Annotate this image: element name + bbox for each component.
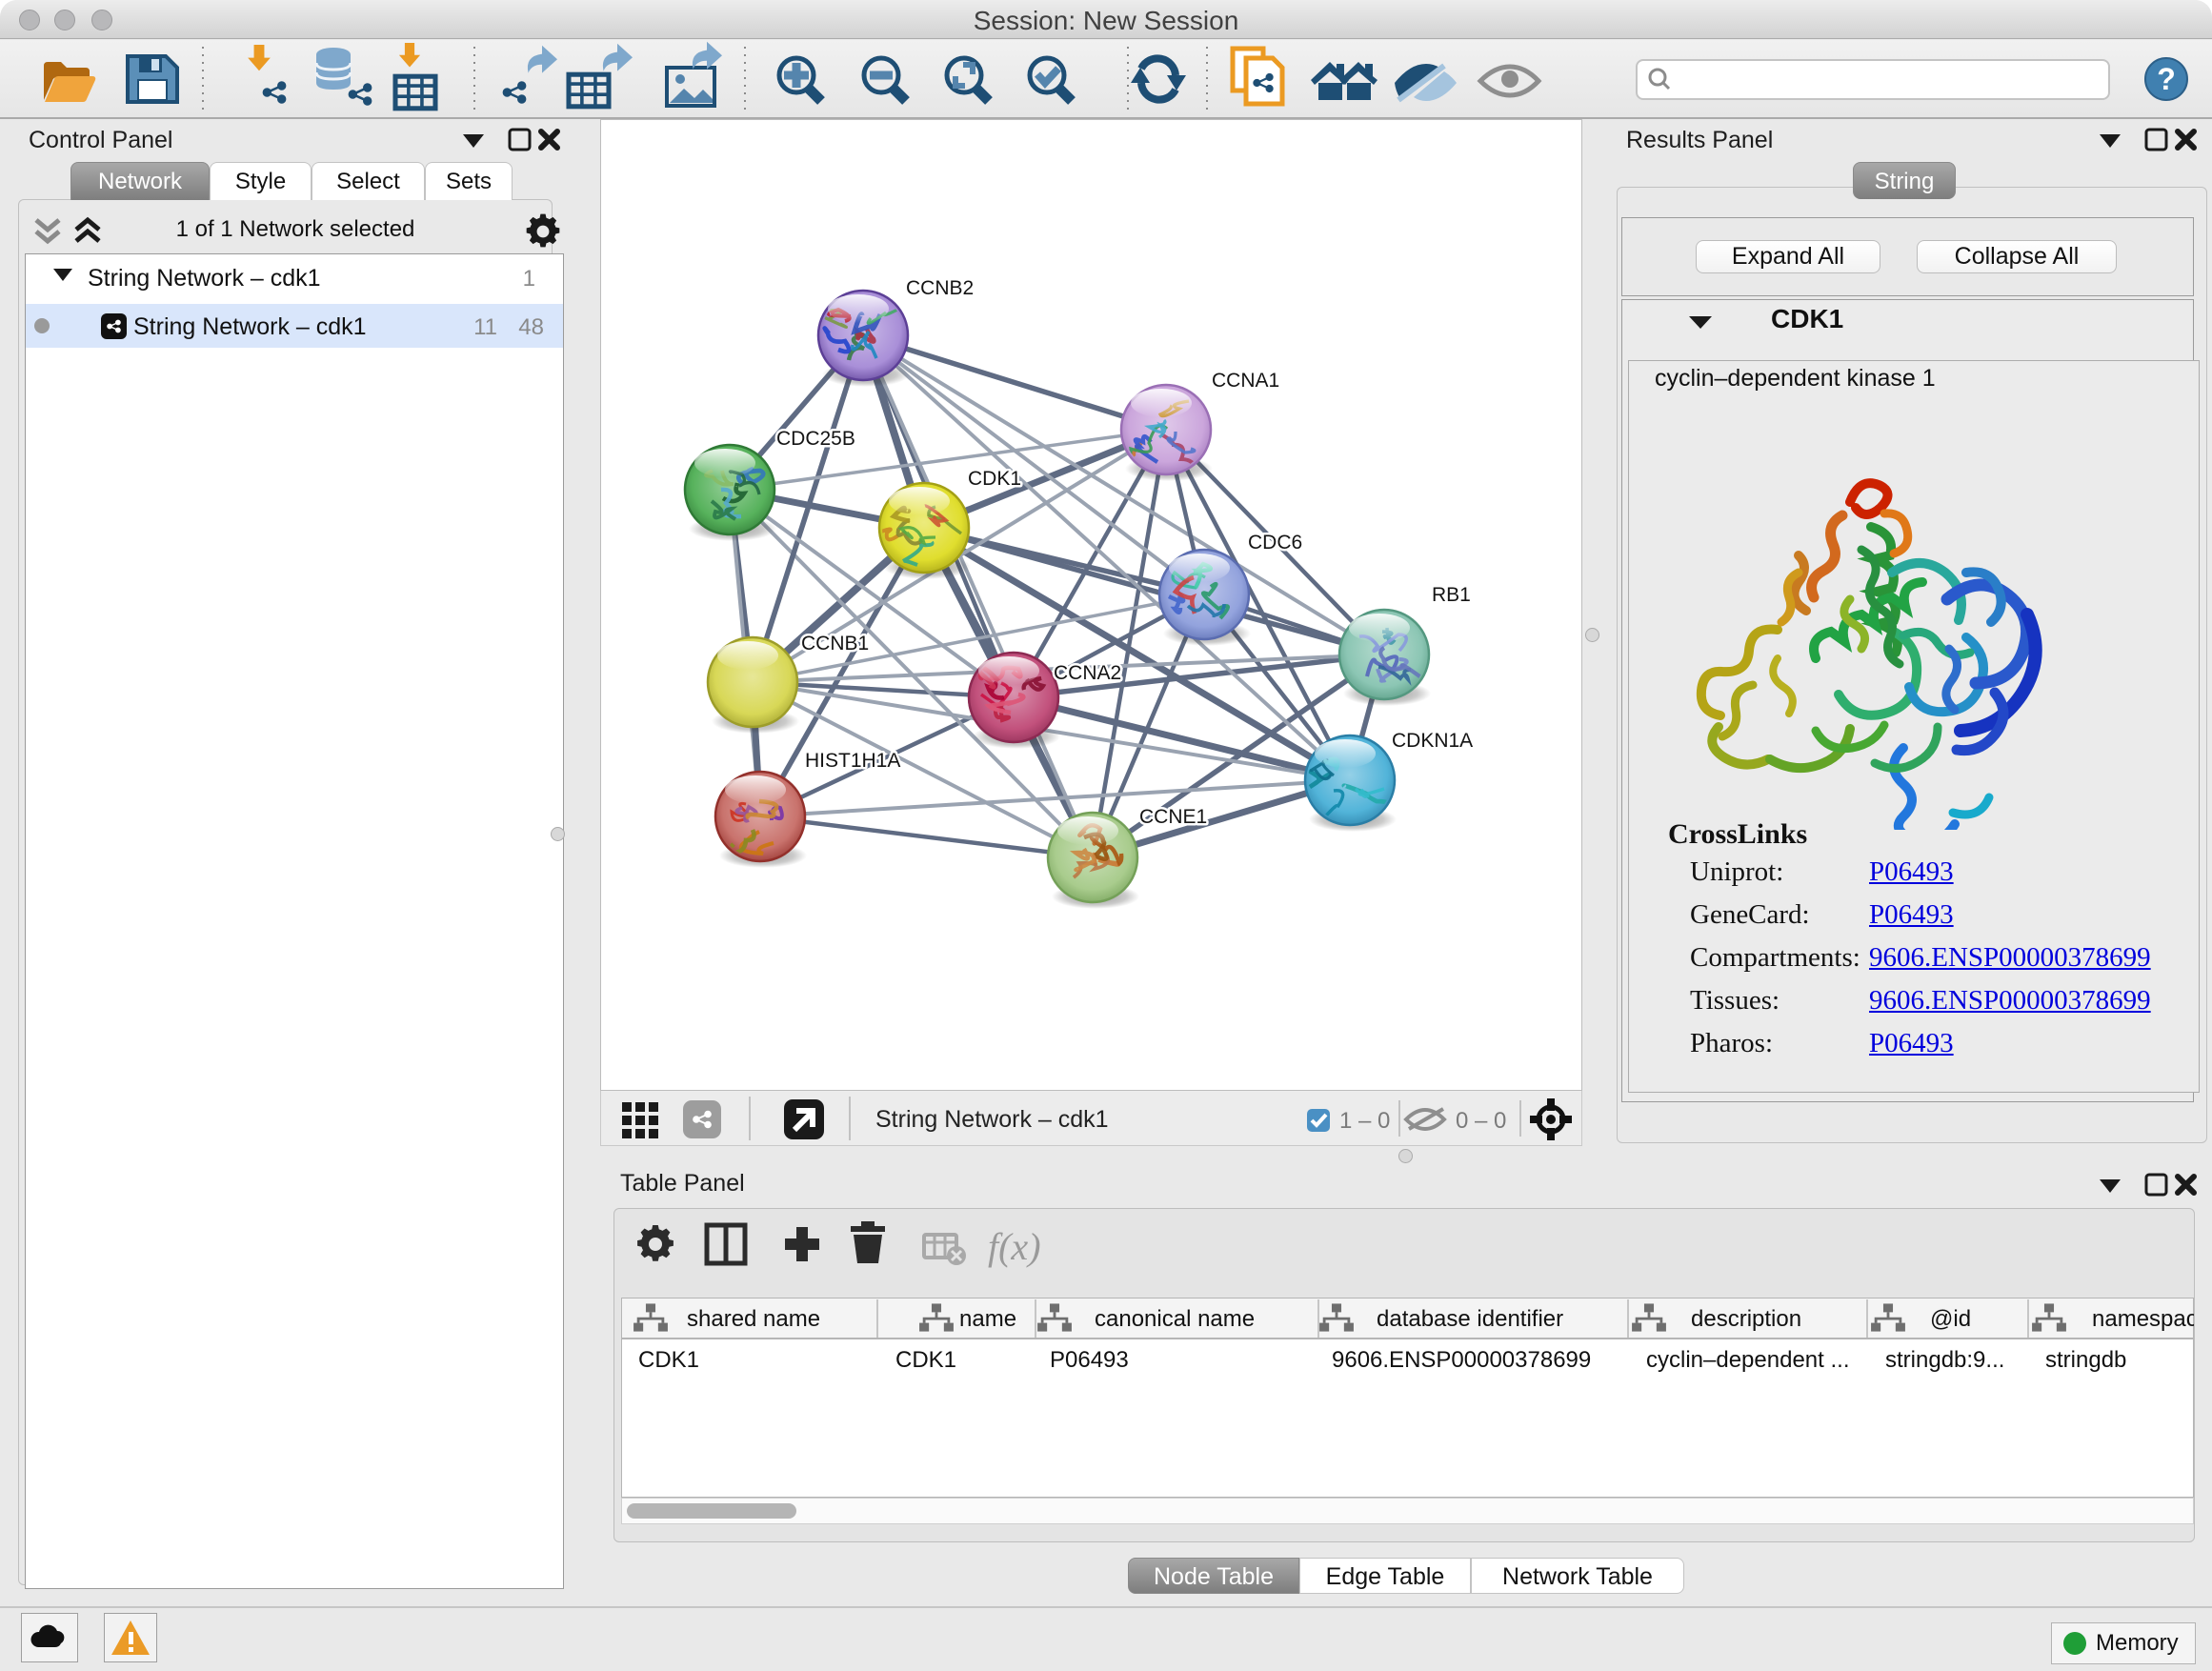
- svg-text:CDK1: CDK1: [638, 1347, 699, 1373]
- svg-text:?: ?: [2157, 62, 2176, 96]
- svg-text:CDK1: CDK1: [968, 468, 1021, 490]
- svg-text:CCNA2: CCNA2: [1054, 662, 1121, 684]
- svg-text:0 – 0: 0 – 0: [1456, 1108, 1506, 1134]
- svg-text:CDKN1A: CDKN1A: [1392, 730, 1473, 752]
- svg-text:P06493: P06493: [1050, 1347, 1129, 1373]
- svg-text:1: 1: [523, 266, 535, 292]
- svg-text:HIST1H1A: HIST1H1A: [805, 750, 900, 772]
- svg-text:f(x): f(x): [988, 1225, 1041, 1268]
- svg-text:shared name: shared name: [687, 1306, 820, 1332]
- svg-text:String Network – cdk1: String Network – cdk1: [133, 313, 367, 340]
- svg-text:CCNB1: CCNB1: [801, 633, 869, 654]
- svg-text:@id: @id: [1930, 1306, 1971, 1332]
- svg-text:CDK1: CDK1: [895, 1347, 956, 1373]
- svg-text:stringdb:9...: stringdb:9...: [1885, 1347, 2004, 1373]
- svg-text:String Network – cdk1: String Network – cdk1: [88, 265, 321, 292]
- svg-text:cyclin–dependent ...: cyclin–dependent ...: [1646, 1347, 1849, 1373]
- svg-text:CDC25B: CDC25B: [776, 428, 855, 450]
- svg-text:CCNE1: CCNE1: [1139, 806, 1207, 828]
- svg-text:database identifier: database identifier: [1377, 1306, 1563, 1332]
- svg-text:CCNA1: CCNA1: [1212, 370, 1279, 392]
- svg-text:canonical name: canonical name: [1095, 1306, 1255, 1332]
- svg-text:48: 48: [518, 314, 544, 340]
- svg-text:9606.ENSP00000378699: 9606.ENSP00000378699: [1332, 1347, 1591, 1373]
- svg-text:stringdb: stringdb: [2045, 1347, 2126, 1373]
- svg-text:description: description: [1691, 1306, 1801, 1332]
- svg-text:name: name: [959, 1306, 1016, 1332]
- svg-text:namespac: namespac: [2092, 1306, 2194, 1332]
- svg-text:11: 11: [473, 314, 497, 340]
- svg-text:CCNB2: CCNB2: [906, 277, 974, 299]
- svg-text:String Network – cdk1: String Network – cdk1: [875, 1106, 1109, 1133]
- svg-text:1 – 0: 1 – 0: [1339, 1108, 1390, 1134]
- svg-text:CDC6: CDC6: [1248, 532, 1302, 554]
- svg-text:RB1: RB1: [1432, 584, 1471, 606]
